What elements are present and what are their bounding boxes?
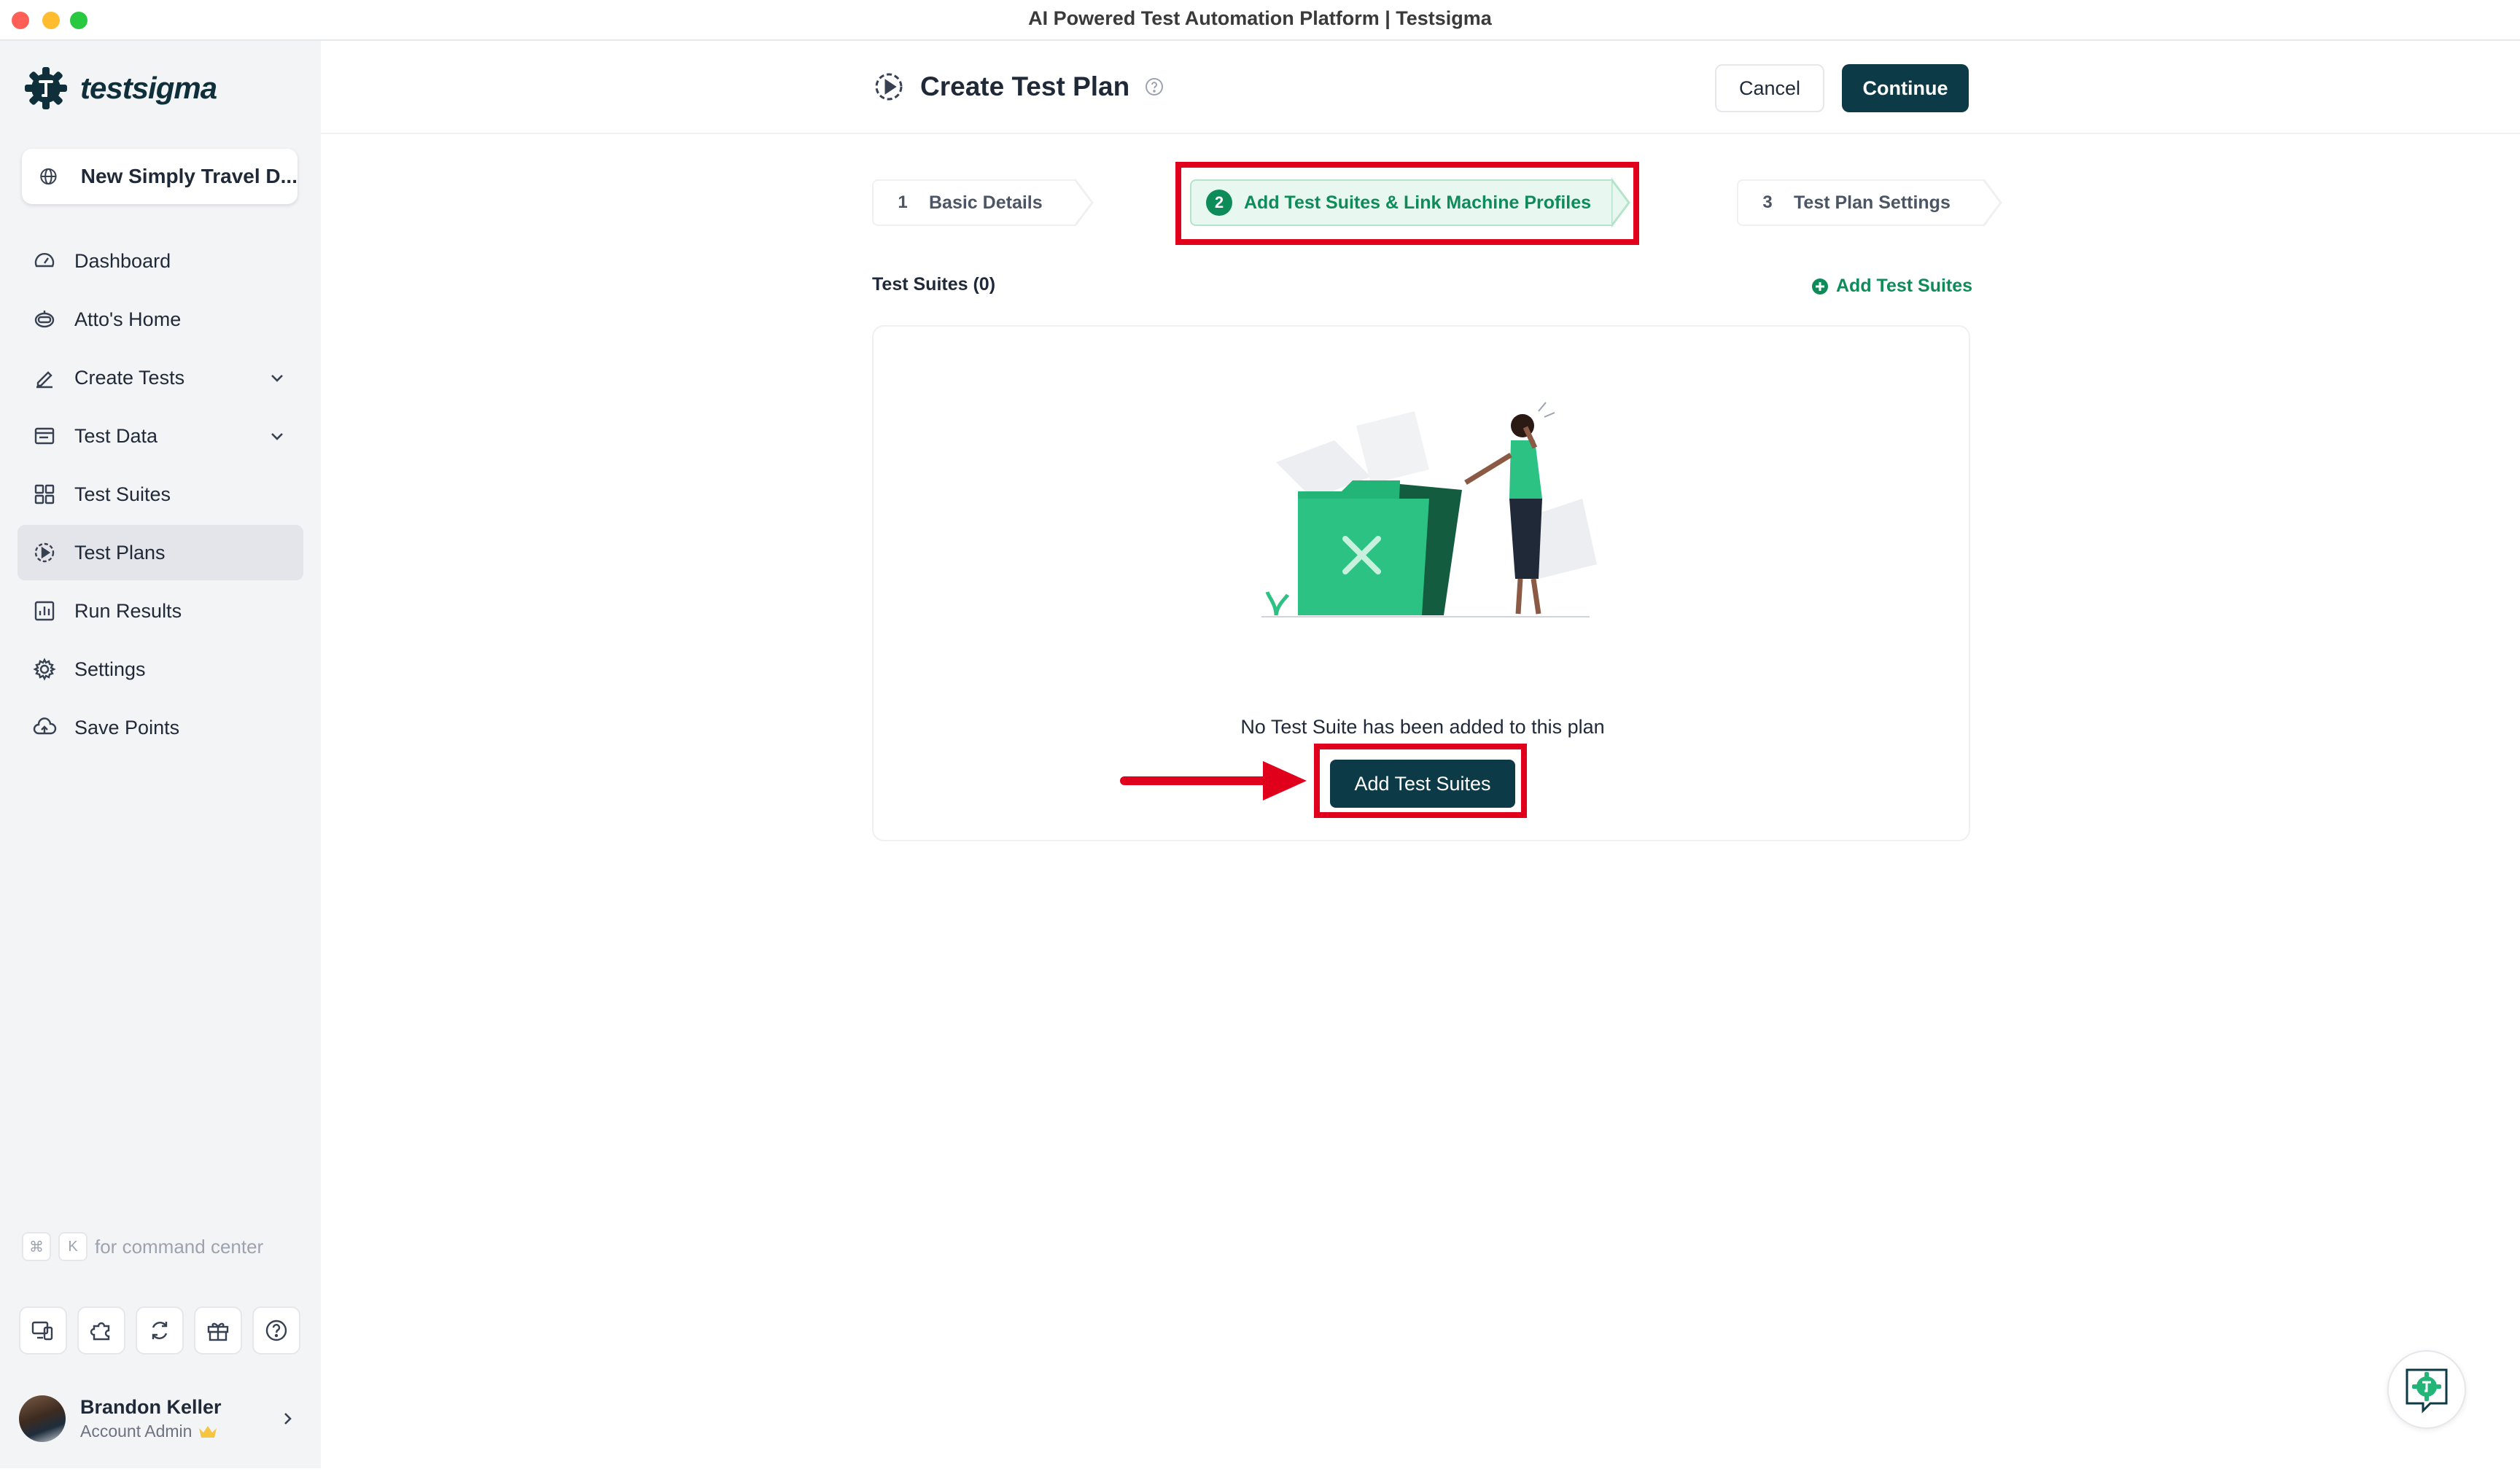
- cmd-key: ⌘: [22, 1232, 51, 1261]
- sync-icon: [152, 1322, 168, 1339]
- annotation-highlight-step: [1175, 162, 1639, 245]
- step-label: Basic Details: [929, 192, 1043, 213]
- step-number: 3: [1762, 192, 1773, 212]
- chat-assistant-button[interactable]: [2387, 1350, 2466, 1429]
- sidebar-item-label: Dashboard: [74, 249, 171, 272]
- puzzle-icon: [90, 1322, 110, 1341]
- sidebar-item-test-data[interactable]: Test Data: [18, 408, 303, 464]
- project-selector[interactable]: New Simply Travel D...: [22, 149, 298, 204]
- user-profile[interactable]: Brandon Keller Account Admin: [19, 1384, 305, 1454]
- page-title: Create Test Plan: [872, 70, 1164, 104]
- help-icon: [265, 1320, 287, 1341]
- sidebar-tools: [19, 1306, 311, 1355]
- annotation-highlight-button: [1314, 744, 1527, 818]
- step-arrow-divider: [1983, 179, 2002, 227]
- help-icon[interactable]: [1144, 77, 1164, 97]
- test-suites-heading: Test Suites (0): [872, 274, 996, 295]
- sidebar-item-label: Test Data: [74, 424, 158, 447]
- sidebar-item-create-tests[interactable]: Create Tests: [18, 350, 303, 405]
- speedometer-icon: [34, 253, 55, 268]
- gear-icon: [33, 658, 56, 681]
- plus-circle-icon: [1812, 278, 1828, 295]
- devices-icon: [31, 1321, 53, 1341]
- testsigma-logo-icon: [25, 67, 67, 109]
- sidebar-item-label: Settings: [74, 658, 146, 680]
- user-name: Brandon Keller: [80, 1396, 222, 1418]
- sidebar-item-run-results[interactable]: Run Results: [18, 583, 303, 639]
- sidebar-item-label: Create Tests: [74, 366, 185, 389]
- table-icon: [34, 427, 55, 445]
- window-title: AI Powered Test Automation Platform | Te…: [1028, 7, 1492, 29]
- sidebar-item-label: Test Plans: [74, 541, 166, 564]
- command-center-text: for command center: [95, 1235, 264, 1258]
- crown-icon: [199, 1425, 217, 1438]
- sidebar-item-label: Test Suites: [74, 483, 171, 505]
- sidebar-item-attos-home[interactable]: Atto's Home: [18, 292, 303, 347]
- sidebar-item-test-suites[interactable]: Test Suites: [18, 467, 303, 522]
- play-circle-icon: [875, 73, 903, 101]
- whats-new-button[interactable]: [194, 1306, 242, 1355]
- sidebar-item-save-points[interactable]: Save Points: [18, 700, 303, 755]
- sidebar-nav: Dashboard Atto's Home Create Tests Test …: [18, 233, 303, 758]
- add-test-suites-link[interactable]: Add Test Suites: [1811, 276, 1972, 297]
- brand-name: testsigma: [80, 71, 217, 105]
- k-key: K: [58, 1232, 88, 1261]
- sidebar-item-label: Atto's Home: [74, 308, 182, 330]
- devices-button[interactable]: [19, 1306, 67, 1355]
- sidebar-item-label: Run Results: [74, 599, 182, 622]
- step-test-plan-settings[interactable]: 3 Test Plan Settings: [1737, 179, 1985, 226]
- cloud-upload-icon: [33, 717, 57, 735]
- user-role: Account Admin: [80, 1422, 192, 1441]
- cancel-button[interactable]: Cancel: [1715, 64, 1824, 112]
- step-label: Test Plan Settings: [1794, 192, 1951, 213]
- help-button[interactable]: [252, 1306, 300, 1355]
- chevron-down-icon[interactable]: [268, 427, 286, 445]
- sidebar-item-label: Save Points: [74, 716, 180, 738]
- step-arrow-divider: [1075, 179, 1094, 227]
- chevron-down-icon[interactable]: [268, 369, 286, 386]
- page-header: Create Test Plan Cancel Continue: [321, 41, 2520, 134]
- step-basic-details[interactable]: 1 Basic Details: [872, 179, 1076, 226]
- annotation-arrow: [1120, 761, 1307, 800]
- chart-icon: [34, 601, 55, 621]
- empty-state-text: No Test Suite has been added to this pla…: [1240, 716, 1605, 738]
- project-name: New Simply Travel D...: [80, 165, 298, 187]
- sidebar-item-test-plans[interactable]: Test Plans: [18, 525, 303, 580]
- play-circle-icon: [34, 542, 55, 563]
- chevron-right-icon: [284, 1413, 292, 1425]
- avatar: [19, 1395, 66, 1442]
- sidebar-item-dashboard[interactable]: Dashboard: [18, 233, 303, 289]
- chat-bot-icon: [2406, 1368, 2448, 1414]
- add-test-suites-link-label: Add Test Suites: [1836, 276, 1973, 296]
- continue-button[interactable]: Continue: [1842, 64, 1969, 112]
- sidebar-item-settings[interactable]: Settings: [18, 642, 303, 697]
- step-number: 1: [898, 192, 908, 212]
- pencil-icon: [36, 371, 52, 389]
- sidebar: testsigma New Simply Travel D... Dashboa…: [0, 41, 321, 1468]
- globe-icon: [40, 168, 57, 185]
- addons-button[interactable]: [77, 1306, 125, 1355]
- grid-icon: [34, 484, 55, 504]
- command-center-hint[interactable]: ⌘ K for command center: [22, 1232, 263, 1261]
- brand-logo[interactable]: testsigma: [22, 63, 217, 114]
- empty-folder-illustration: [1261, 402, 1597, 617]
- window-titlebar: AI Powered Test Automation Platform | Te…: [0, 0, 2520, 41]
- integrations-button[interactable]: [136, 1306, 184, 1355]
- page-title-text: Create Test Plan: [920, 71, 1130, 101]
- gift-icon: [207, 1322, 229, 1341]
- robot-icon: [34, 311, 55, 328]
